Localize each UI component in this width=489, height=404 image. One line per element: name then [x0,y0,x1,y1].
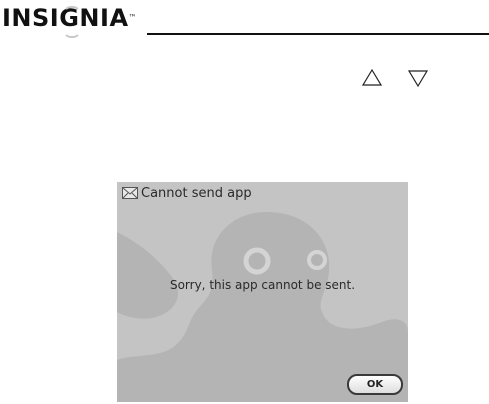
triangle-down-icon [407,70,429,88]
octopus-watermark [117,212,408,402]
envelope-icon [122,187,138,199]
triangle-up-icon [362,68,383,86]
logo-ring-decoration [63,6,81,38]
dialog-title: Cannot send app [141,185,252,201]
ok-button[interactable]: OK [347,374,403,395]
header-rule [147,33,489,35]
trademark-symbol: ™ [128,13,138,22]
navigation-arrows [362,68,429,88]
dialog-message: Sorry, this app cannot be sent. [169,278,356,292]
dialog-title-bar: Cannot send app [117,182,408,204]
device-screen: Cannot send app Sorry, this app cannot b… [117,182,408,402]
